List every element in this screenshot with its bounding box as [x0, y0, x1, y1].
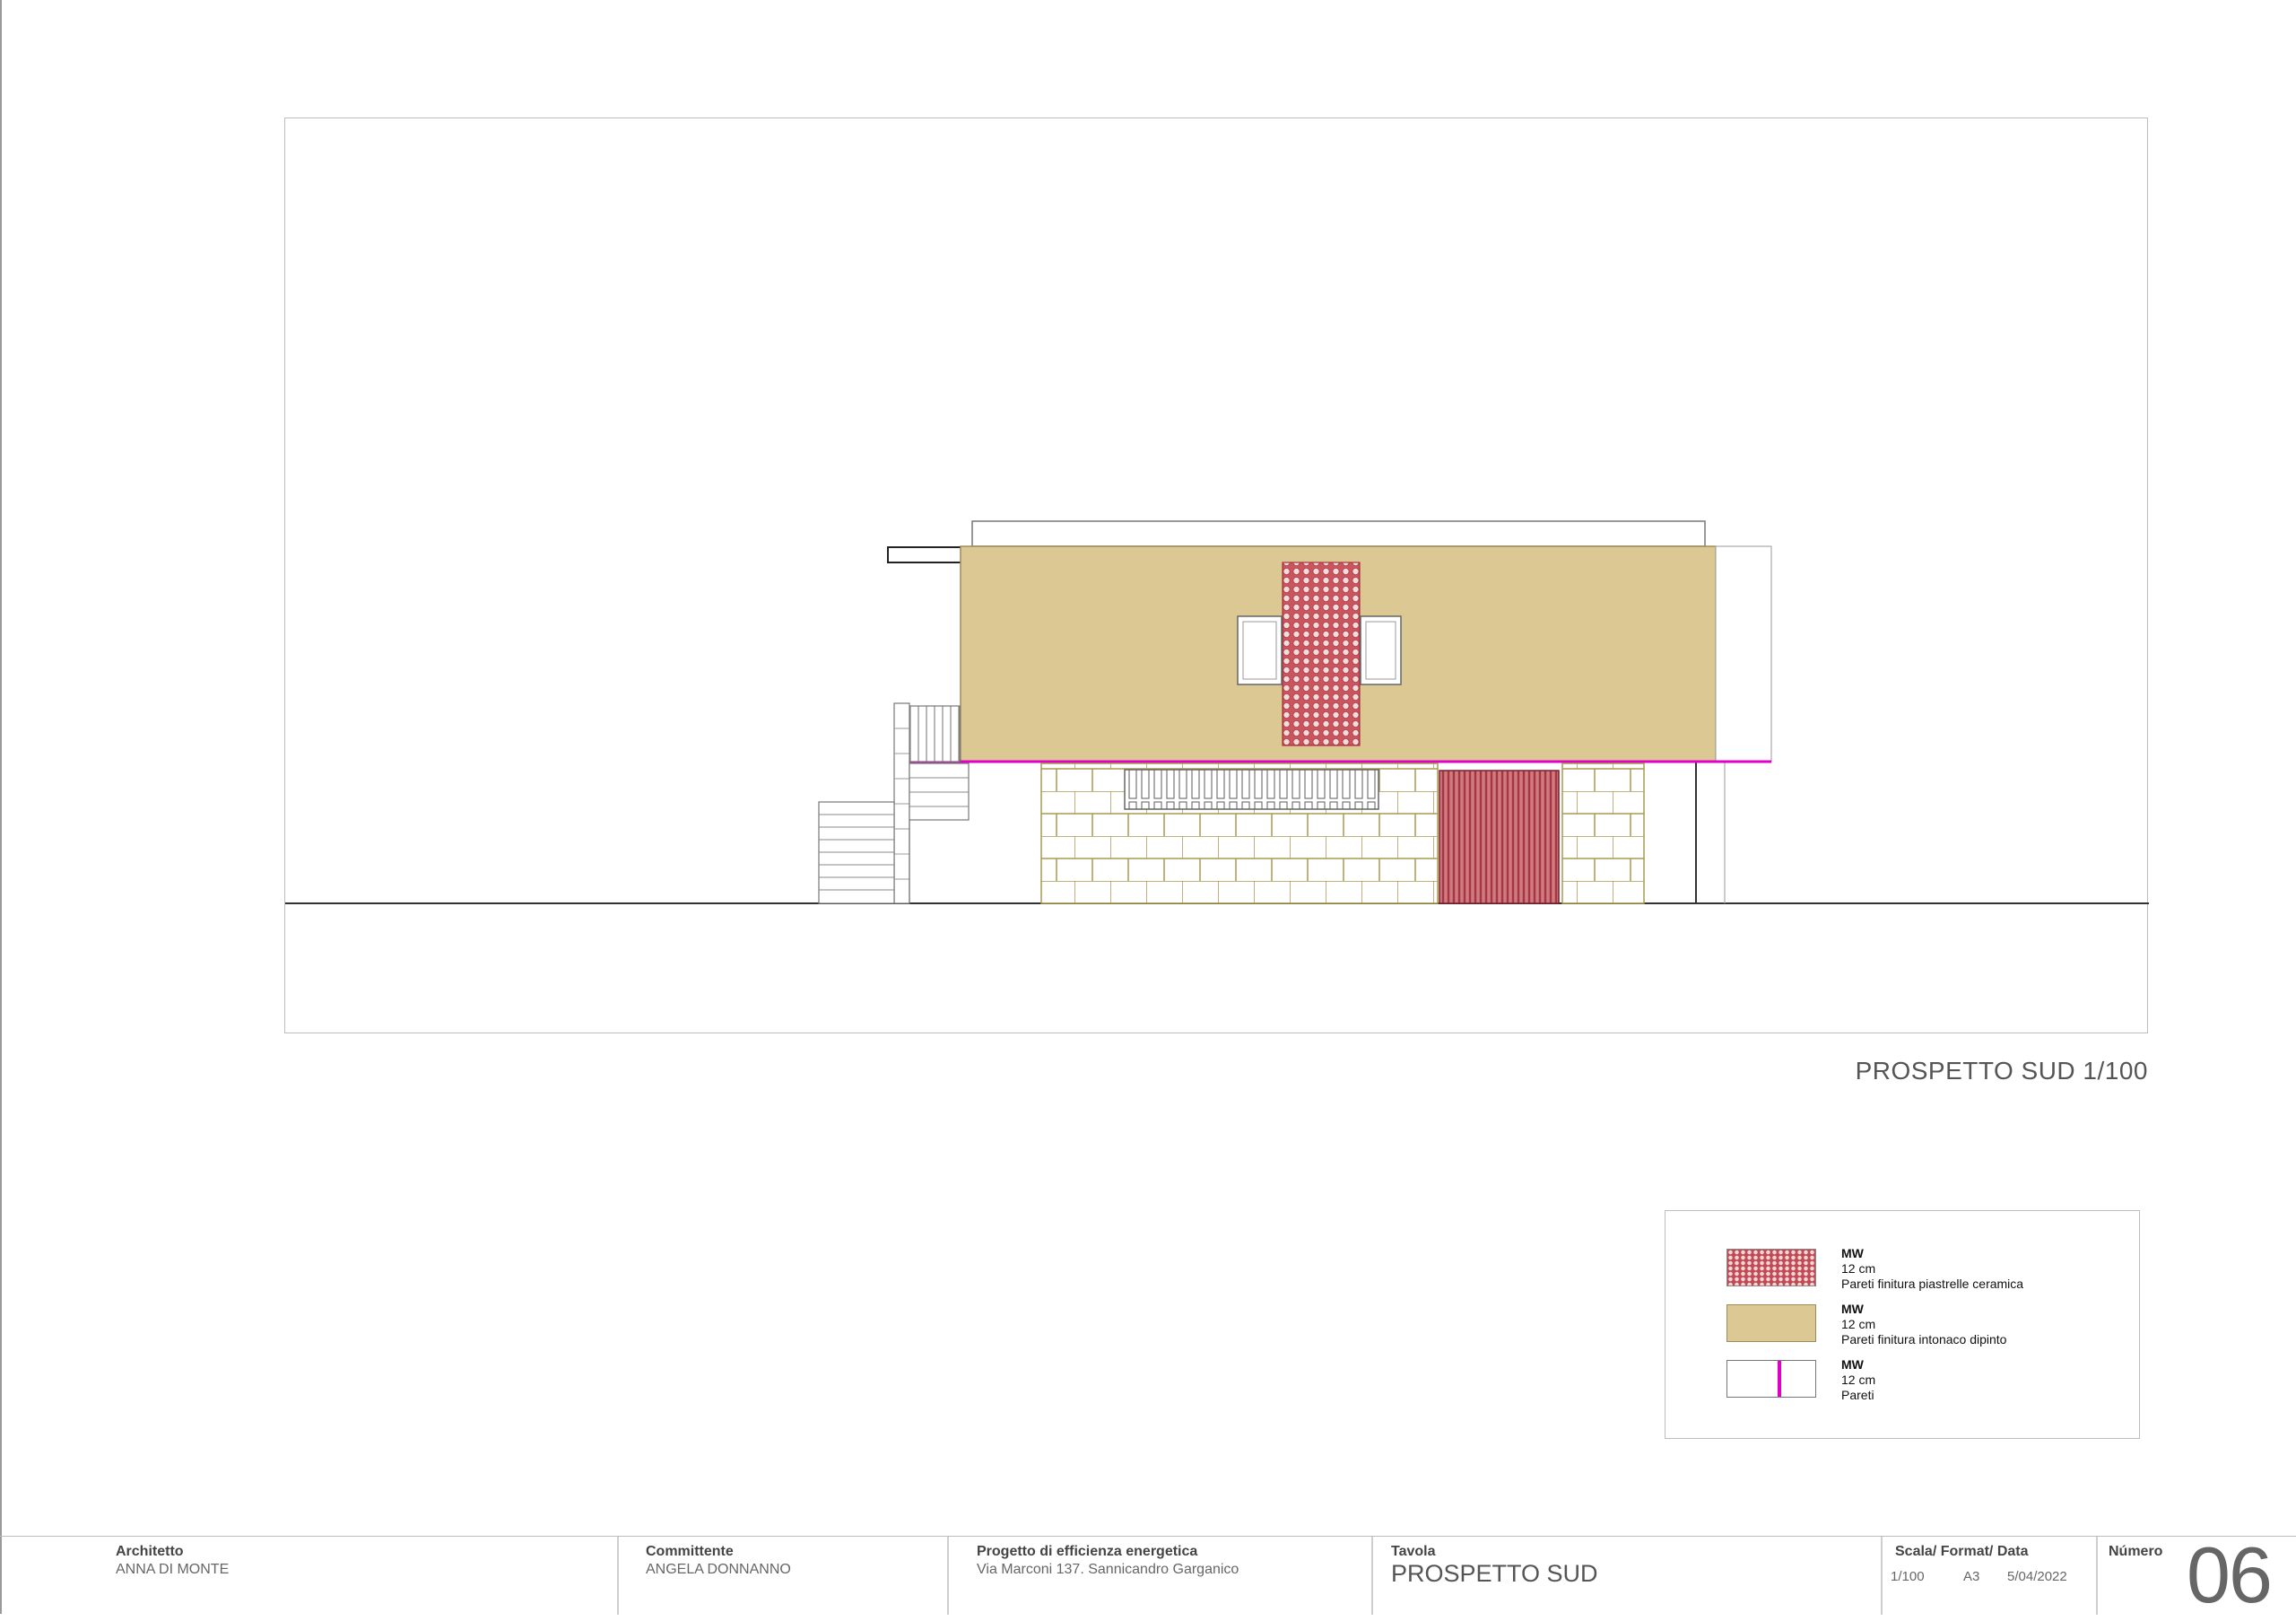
legend-code: MW	[1841, 1302, 1864, 1316]
wall-line-swatch-icon	[1726, 1360, 1816, 1398]
legend: MW 12 cm Pareti finitura piastrelle cera…	[1665, 1210, 2140, 1439]
title-block: Architetto ANNA DI MONTE Committente ANG…	[0, 1530, 2296, 1619]
sheet-left-border	[0, 0, 2, 1614]
client-value: ANGELA DONNANNO	[646, 1562, 791, 1577]
view-title: PROSPETTO SUD 1/100	[1855, 1057, 2148, 1085]
legend-item-ceramic: MW 12 cm Pareti finitura piastrelle cera…	[1726, 1246, 2121, 1294]
legend-code: MW	[1841, 1246, 1864, 1260]
balcony-railing	[909, 705, 961, 763]
ground-floor-stone-wall-right	[1561, 763, 1645, 904]
architect-label: Architetto	[116, 1544, 184, 1559]
ceramic-swatch-icon	[1726, 1249, 1816, 1286]
project-label: Progetto di efficienza energetica	[977, 1544, 1198, 1559]
upper-window-left	[1237, 615, 1283, 685]
legend-thickness: 12 cm	[1841, 1317, 1876, 1331]
legend-description: Pareti finitura intonaco dipinto	[1841, 1332, 2007, 1346]
drawing-frame	[284, 118, 2149, 1033]
architect-cell: Architetto ANNA DI MONTE	[116, 1544, 229, 1578]
client-cell: Committente ANGELA DONNANNO	[646, 1544, 791, 1578]
ground-floor-grille	[1124, 769, 1379, 810]
meta-label: Scala/ Format/ Data	[1895, 1544, 2029, 1559]
legend-thickness: 12 cm	[1841, 1261, 1876, 1276]
upper-window-right	[1360, 615, 1402, 685]
legend-item-wall: MW 12 cm Pareti	[1726, 1357, 2121, 1405]
garage-door	[1439, 770, 1560, 904]
architect-value: ANNA DI MONTE	[116, 1562, 230, 1577]
plaster-swatch-icon	[1726, 1304, 1816, 1342]
legend-code: MW	[1841, 1357, 1864, 1372]
sheet-label: Tavola	[1391, 1544, 1436, 1559]
left-canopy	[887, 546, 962, 563]
number-label: Número	[2109, 1544, 2163, 1559]
legend-thickness: 12 cm	[1841, 1373, 1876, 1387]
client-label: Committente	[646, 1544, 734, 1559]
meta-label-cell: Scala/ Format/ Data	[1895, 1544, 2029, 1560]
format-value: A3	[1963, 1569, 1980, 1584]
sheet-value: PROSPETTO SUD	[1391, 1560, 1598, 1587]
ceramic-tile-band	[1282, 562, 1361, 746]
project-cell: Progetto di efficienza energetica Via Ma…	[977, 1544, 1239, 1578]
number-label-cell: Número	[2109, 1544, 2162, 1560]
south-elevation-drawing	[285, 520, 2149, 904]
legend-item-plaster: MW 12 cm Pareti finitura intonaco dipint…	[1726, 1302, 2121, 1349]
date-value: 5/04/2022	[2007, 1569, 2067, 1584]
scale-value: 1/100	[1891, 1569, 1925, 1584]
sheet-number: 06	[2187, 1530, 2273, 1619]
project-value: Via Marconi 137. Sannicandro Garganico	[977, 1562, 1239, 1577]
legend-description: Pareti	[1841, 1388, 1874, 1402]
sheet-cell: Tavola PROSPETTO SUD	[1391, 1544, 1598, 1588]
roof-parapet	[971, 520, 1706, 547]
legend-description: Pareti finitura piastrelle ceramica	[1841, 1277, 2024, 1291]
